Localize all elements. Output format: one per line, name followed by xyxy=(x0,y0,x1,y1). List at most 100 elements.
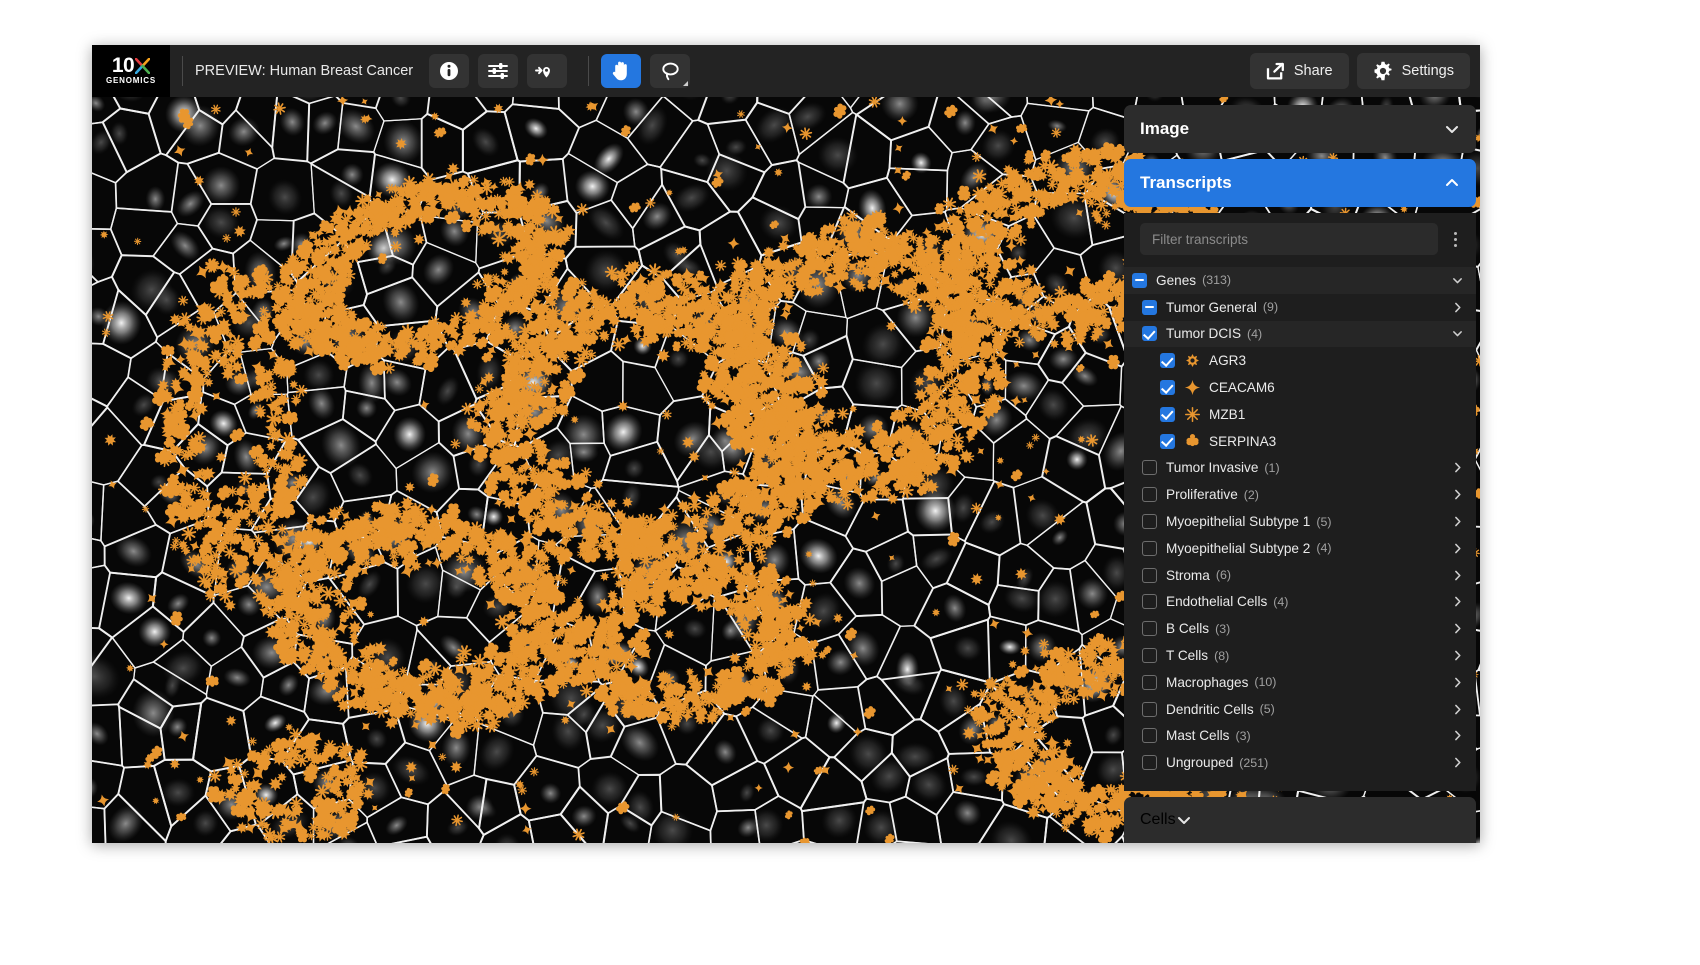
checkbox-proliferative[interactable] xyxy=(1142,487,1157,503)
tree-count: (3) xyxy=(1235,729,1250,743)
tree-row-genes[interactable]: Genes (313) xyxy=(1124,267,1476,294)
share-button[interactable]: Share xyxy=(1249,53,1349,89)
chevron-right-icon[interactable] xyxy=(1451,301,1464,314)
four-point-star-marker-icon xyxy=(1184,379,1201,396)
checkbox-endothelial-cells[interactable] xyxy=(1142,594,1157,610)
section-title-cells: Cells xyxy=(1140,811,1176,829)
chevron-down-icon xyxy=(1177,817,1190,824)
chevron-right-icon[interactable] xyxy=(1451,542,1464,555)
tree-row-ungrouped[interactable]: Ungrouped (251) xyxy=(1124,749,1476,776)
gene-label: MZB1 xyxy=(1209,407,1245,422)
tree-count: (2) xyxy=(1244,488,1259,502)
tree-row-tumor-general[interactable]: Tumor General (9) xyxy=(1124,294,1476,321)
gear-icon xyxy=(1374,61,1392,81)
tree-label: Genes xyxy=(1156,273,1196,288)
asterisk-marker-icon xyxy=(1185,406,1200,422)
tree-row-stroma[interactable]: Stroma (6) xyxy=(1124,562,1476,589)
settings-button[interactable]: Settings xyxy=(1356,53,1470,89)
checkbox-dendritic-cells[interactable] xyxy=(1142,701,1157,717)
tree-row-gene-mzb1[interactable]: MZB1 xyxy=(1124,401,1476,428)
tree-row-tumor-invasive[interactable]: Tumor Invasive (1) xyxy=(1124,455,1476,482)
tree-row-myoepithelial-subtype-1[interactable]: Myoepithelial Subtype 1 (5) xyxy=(1124,508,1476,535)
tree-label: Ungrouped xyxy=(1166,755,1233,770)
tree-count: (10) xyxy=(1254,675,1276,689)
checkbox-gene-serpina3[interactable] xyxy=(1160,433,1175,449)
checkbox-tumor-dcis[interactable] xyxy=(1142,326,1157,342)
tree-count: (251) xyxy=(1239,756,1268,770)
tree-row-gene-serpina3[interactable]: SERPINA3 xyxy=(1124,428,1476,455)
checkbox-myoepithelial-subtype-1[interactable] xyxy=(1142,514,1157,530)
checkbox-stroma[interactable] xyxy=(1142,567,1157,583)
tree-row-b-cells[interactable]: B Cells (3) xyxy=(1124,615,1476,642)
checkbox-b-cells[interactable] xyxy=(1142,621,1157,637)
checkbox-gene-ceacam6[interactable] xyxy=(1160,380,1175,396)
tree-count: (4) xyxy=(1247,327,1262,341)
checkbox-mast-cells[interactable] xyxy=(1142,728,1157,744)
tree-count: (6) xyxy=(1216,568,1231,582)
checkbox-myoepithelial-subtype-2[interactable] xyxy=(1142,540,1157,556)
section-header-image[interactable]: Image xyxy=(1124,105,1476,153)
tree-row-macrophages[interactable]: Macrophages (10) xyxy=(1124,669,1476,696)
chevron-right-icon[interactable] xyxy=(1451,756,1464,769)
checkbox-tumor-general[interactable] xyxy=(1142,299,1157,315)
tree-label: Tumor Invasive xyxy=(1166,460,1258,475)
chevron-down-icon[interactable] xyxy=(1451,327,1464,340)
search-input[interactable] xyxy=(1140,223,1438,255)
chevron-right-icon[interactable] xyxy=(1451,515,1464,528)
chevron-right-icon[interactable] xyxy=(1451,595,1464,608)
clover-cross-marker-icon xyxy=(1186,433,1199,446)
chevron-down-icon xyxy=(1446,126,1458,133)
tree-row-dendritic-cells[interactable]: Dendritic Cells (5) xyxy=(1124,696,1476,723)
chevron-up-icon xyxy=(1446,179,1458,186)
tree-row-gene-ceacam6[interactable]: CEACAM6 xyxy=(1124,374,1476,401)
lasso-select-icon[interactable] xyxy=(650,54,691,88)
chevron-right-icon[interactable] xyxy=(1451,729,1464,742)
tree-row-mast-cells[interactable]: Mast Cells (3) xyxy=(1124,723,1476,750)
tree-row-endothelial-cells[interactable]: Endothelial Cells (4) xyxy=(1124,589,1476,616)
tree-label: T Cells xyxy=(1166,648,1208,663)
checkbox-gene-mzb1[interactable] xyxy=(1160,406,1175,422)
right-panel: Image Transcripts Genes (313) Tumor Genera… xyxy=(1124,105,1476,843)
settings-label: Settings xyxy=(1402,63,1454,79)
chevron-right-icon[interactable] xyxy=(1451,622,1464,635)
pan-hand-icon[interactable] xyxy=(601,54,642,88)
tree-label: Tumor General xyxy=(1166,300,1257,315)
tree-row-gene-agr3[interactable]: AGR3 xyxy=(1124,347,1476,374)
checkbox-tumor-invasive[interactable] xyxy=(1142,460,1157,476)
checkbox-t-cells[interactable] xyxy=(1142,648,1157,664)
checkbox-macrophages[interactable] xyxy=(1142,674,1157,690)
section-header-cells[interactable]: Cells xyxy=(1124,797,1476,843)
lasso-select-icon-glyph xyxy=(662,62,679,81)
sliders-icon[interactable] xyxy=(478,54,519,88)
chevron-down-icon[interactable] xyxy=(1451,274,1464,287)
share-external-icon xyxy=(1266,62,1284,80)
xenium-explorer-window: 10 GENOMICS PREVIEW: Human Breast Cancer xyxy=(92,45,1480,843)
tree-count: (5) xyxy=(1260,702,1275,716)
project-title: PREVIEW: Human Breast Cancer xyxy=(195,63,413,79)
pin-location-icon-glyph xyxy=(535,66,551,78)
gene-tree: Genes (313) Tumor General (9) Tumor DCIS (4) A… xyxy=(1124,267,1476,791)
checkbox-ungrouped[interactable] xyxy=(1142,755,1157,771)
section-header-transcripts[interactable]: Transcripts xyxy=(1124,159,1476,207)
chevron-right-icon[interactable] xyxy=(1451,569,1464,582)
gene-label: CEACAM6 xyxy=(1209,380,1275,395)
tree-row-t-cells[interactable]: T Cells (8) xyxy=(1124,642,1476,669)
tree-row-proliferative[interactable]: Proliferative (2) xyxy=(1124,481,1476,508)
checkbox-gene-agr3[interactable] xyxy=(1160,353,1175,369)
tree-label: Myoepithelial Subtype 1 xyxy=(1166,514,1310,529)
chevron-right-icon[interactable] xyxy=(1451,703,1464,716)
chevron-right-icon[interactable] xyxy=(1451,488,1464,501)
kebab-menu-icon[interactable] xyxy=(1442,224,1468,254)
chevron-right-icon[interactable] xyxy=(1451,676,1464,689)
tree-label: Mast Cells xyxy=(1166,728,1229,743)
tree-row-tumor-dcis[interactable]: Tumor DCIS (4) xyxy=(1124,320,1476,348)
kebab-dot xyxy=(1453,243,1457,247)
chevron-right-icon[interactable] xyxy=(1451,649,1464,662)
tree-row-myoepithelial-subtype-2[interactable]: Myoepithelial Subtype 2 (4) xyxy=(1124,535,1476,562)
toolbar-divider-1 xyxy=(182,56,183,86)
pin-location-icon[interactable] xyxy=(527,54,568,88)
info-icon[interactable] xyxy=(429,54,470,88)
checkbox-genes[interactable] xyxy=(1132,272,1147,288)
chevron-right-icon[interactable] xyxy=(1451,461,1464,474)
gene-label: AGR3 xyxy=(1209,353,1246,368)
